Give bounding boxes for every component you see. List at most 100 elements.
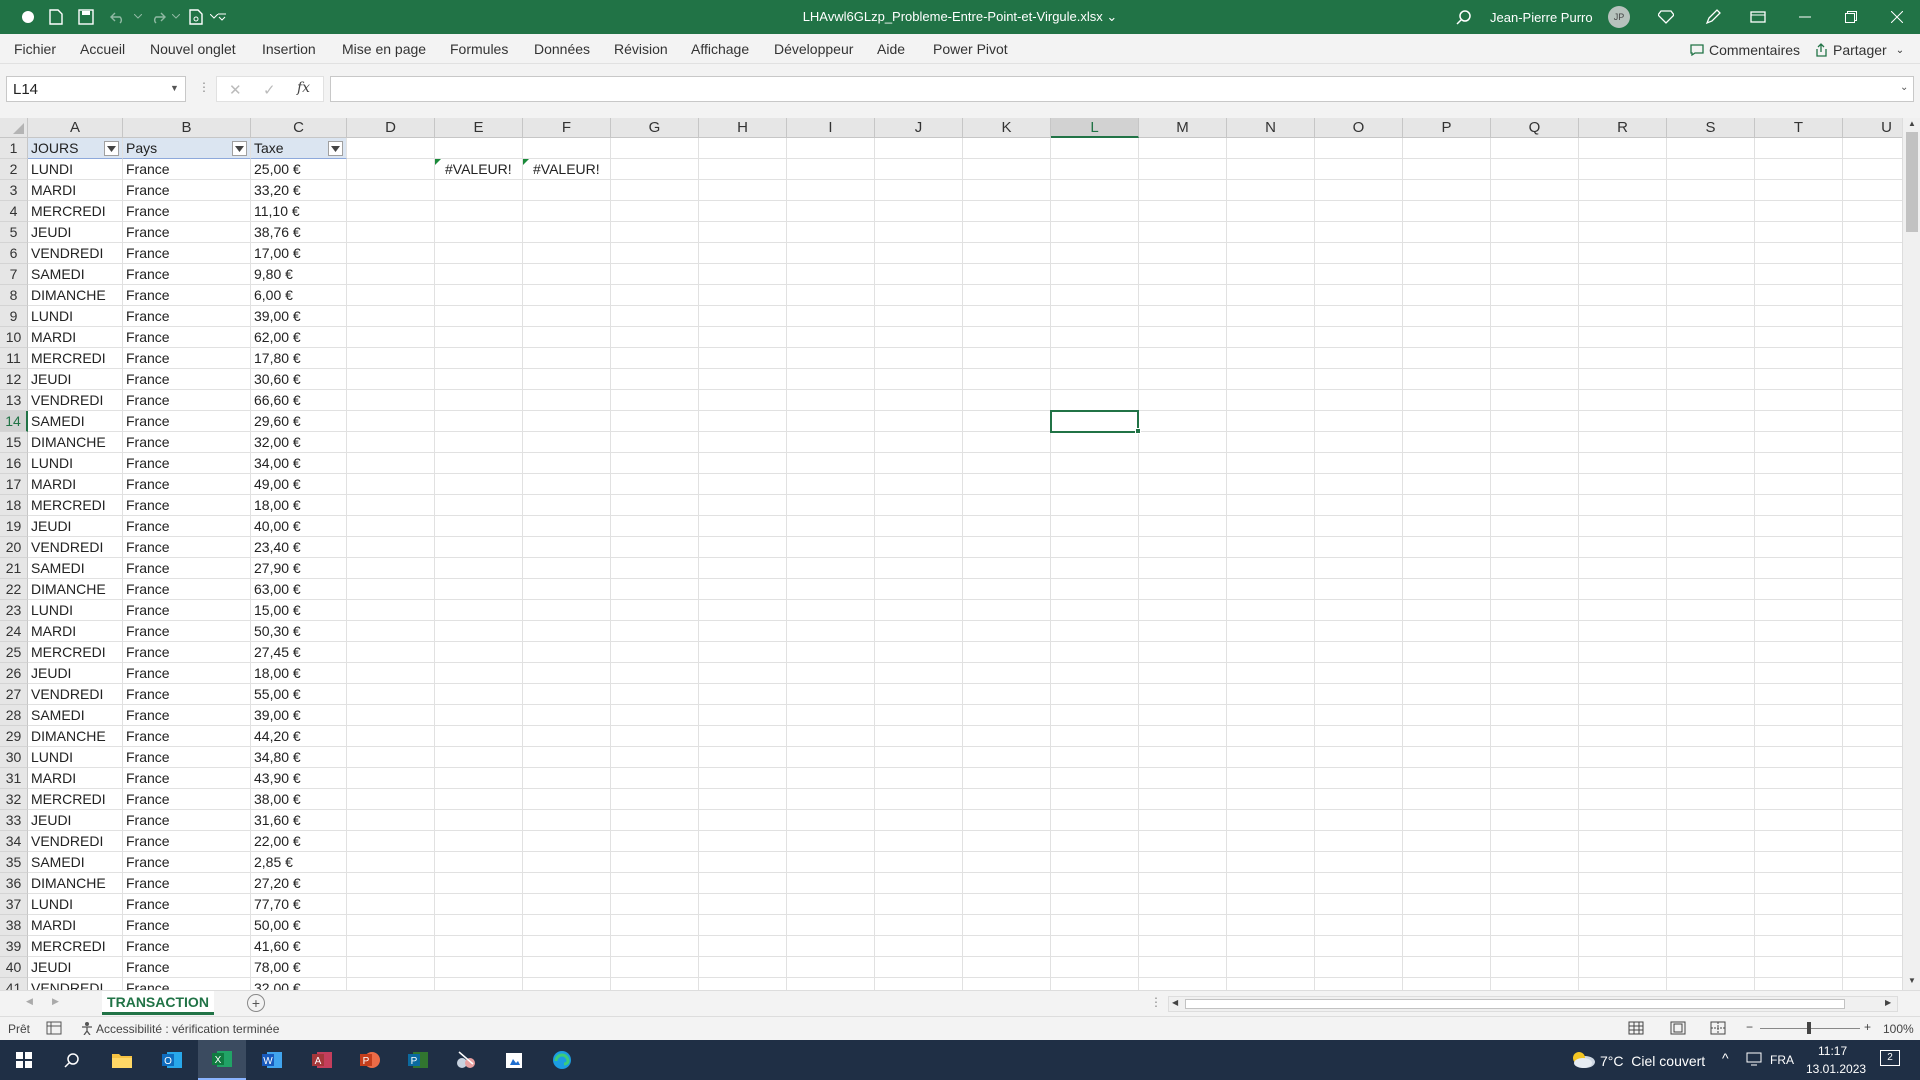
cell-b10[interactable]: France [123, 327, 251, 348]
cell-a40[interactable]: JEUDI [28, 957, 123, 978]
row-header-31[interactable]: 31 [0, 768, 28, 789]
row-header-20[interactable]: 20 [0, 537, 28, 558]
error-cell-f2[interactable]: #VALEUR! [523, 159, 611, 180]
tab-revision[interactable]: Révision [614, 41, 668, 57]
row-header-32[interactable]: 32 [0, 789, 28, 810]
cell-c11[interactable]: 17,80 € [251, 348, 347, 369]
cell-a9[interactable]: LUNDI [28, 306, 123, 327]
share-dropdown-icon[interactable]: ⌄ [1896, 45, 1904, 56]
weather-icon[interactable] [1570, 1049, 1596, 1069]
column-header-q[interactable]: Q [1491, 118, 1579, 138]
cell-a26[interactable]: JEUDI [28, 663, 123, 684]
cell-c3[interactable]: 33,20 € [251, 180, 347, 201]
cell-c2[interactable]: 25,00 € [251, 159, 347, 180]
row-header-29[interactable]: 29 [0, 726, 28, 747]
cell-b20[interactable]: France [123, 537, 251, 558]
cell-a2[interactable]: LUNDI [28, 159, 123, 180]
column-header-k[interactable]: K [963, 118, 1051, 138]
cell-b19[interactable]: France [123, 516, 251, 537]
row-header-35[interactable]: 35 [0, 852, 28, 873]
zoom-slider[interactable] [1760, 1022, 1860, 1034]
column-header-n[interactable]: N [1227, 118, 1315, 138]
access-icon[interactable]: A [298, 1040, 346, 1080]
column-header-i[interactable]: I [787, 118, 875, 138]
cell-b33[interactable]: France [123, 810, 251, 831]
row-header-36[interactable]: 36 [0, 873, 28, 894]
network-icon[interactable] [1746, 1052, 1762, 1066]
cell-b41[interactable]: France [123, 978, 251, 990]
row-header-37[interactable]: 37 [0, 894, 28, 915]
row-header-26[interactable]: 26 [0, 663, 28, 684]
column-header-p[interactable]: P [1403, 118, 1491, 138]
cell-c8[interactable]: 6,00 € [251, 285, 347, 306]
formula-bar-options-icon[interactable]: ⋮ [198, 80, 210, 94]
cell-a37[interactable]: LUNDI [28, 894, 123, 915]
cell-b26[interactable]: France [123, 663, 251, 684]
zoom-slider-thumb[interactable] [1807, 1022, 1811, 1034]
window-title[interactable]: LHAvwl6GLzp_Probleme-Entre-Point-et-Virg… [700, 9, 1220, 25]
cell-a28[interactable]: SAMEDI [28, 705, 123, 726]
row-header-18[interactable]: 18 [0, 495, 28, 516]
expand-formula-bar-icon[interactable]: ⌄ [1900, 82, 1908, 93]
insert-function-icon[interactable]: fx [297, 80, 310, 96]
row-header-24[interactable]: 24 [0, 621, 28, 642]
cell-b34[interactable]: France [123, 831, 251, 852]
select-all-button[interactable] [0, 118, 28, 138]
undo-icon[interactable] [108, 7, 128, 27]
cell-c32[interactable]: 38,00 € [251, 789, 347, 810]
cell-b5[interactable]: France [123, 222, 251, 243]
cell-a25[interactable]: MERCREDI [28, 642, 123, 663]
cell-a27[interactable]: VENDREDI [28, 684, 123, 705]
cell-a22[interactable]: DIMANCHE [28, 579, 123, 600]
cell-c27[interactable]: 55,00 € [251, 684, 347, 705]
add-sheet-button[interactable]: + [247, 994, 265, 1012]
row-header-7[interactable]: 7 [0, 264, 28, 285]
snipping-tool-icon[interactable] [442, 1040, 490, 1080]
cell-c29[interactable]: 44,20 € [251, 726, 347, 747]
prev-sheet-icon[interactable]: ◀ [26, 996, 33, 1007]
cell-b27[interactable]: France [123, 684, 251, 705]
cell-b25[interactable]: France [123, 642, 251, 663]
cell-a10[interactable]: MARDI [28, 327, 123, 348]
cell-c6[interactable]: 17,00 € [251, 243, 347, 264]
cell-a12[interactable]: JEUDI [28, 369, 123, 390]
row-header-15[interactable]: 15 [0, 432, 28, 453]
cell-a29[interactable]: DIMANCHE [28, 726, 123, 747]
row-header-14[interactable]: 14 [0, 411, 28, 432]
cell-a3[interactable]: MARDI [28, 180, 123, 201]
cell-c36[interactable]: 27,20 € [251, 873, 347, 894]
cell-c39[interactable]: 41,60 € [251, 936, 347, 957]
cell-a17[interactable]: MARDI [28, 474, 123, 495]
edge-browser-icon[interactable] [538, 1040, 586, 1080]
autosave-toggle-icon[interactable] [18, 7, 38, 27]
avatar[interactable]: JP [1608, 6, 1630, 28]
restore-button[interactable] [1828, 0, 1874, 34]
row-header-28[interactable]: 28 [0, 705, 28, 726]
cell-b9[interactable]: France [123, 306, 251, 327]
name-box-dropdown-icon[interactable]: ▼ [170, 83, 179, 93]
tab-power-pivot[interactable]: Power Pivot [933, 41, 1008, 57]
tab-developpeur[interactable]: Développeur [774, 41, 853, 57]
horizontal-scroll-thumb[interactable] [1185, 999, 1845, 1009]
row-header-17[interactable]: 17 [0, 474, 28, 495]
column-header-f[interactable]: F [523, 118, 611, 138]
accessibility-status[interactable]: Accessibilité : vérification terminée [96, 1022, 279, 1036]
cell-c40[interactable]: 78,00 € [251, 957, 347, 978]
cell-b3[interactable]: France [123, 180, 251, 201]
tab-affichage[interactable]: Affichage [691, 41, 749, 57]
cell-a38[interactable]: MARDI [28, 915, 123, 936]
tab-formules[interactable]: Formules [450, 41, 508, 57]
cell-c24[interactable]: 50,30 € [251, 621, 347, 642]
row-header-27[interactable]: 27 [0, 684, 28, 705]
column-header-e[interactable]: E [435, 118, 523, 138]
cell-c26[interactable]: 18,00 € [251, 663, 347, 684]
cell-c7[interactable]: 9,80 € [251, 264, 347, 285]
comments-button[interactable]: Commentaires [1684, 39, 1806, 61]
user-name[interactable]: Jean-Pierre Purro [1490, 10, 1593, 25]
cell-b16[interactable]: France [123, 453, 251, 474]
notification-center-icon[interactable]: 2 [1880, 1050, 1900, 1066]
cell-b40[interactable]: France [123, 957, 251, 978]
row-header-34[interactable]: 34 [0, 831, 28, 852]
row-header-25[interactable]: 25 [0, 642, 28, 663]
project-icon[interactable]: P [394, 1040, 442, 1080]
